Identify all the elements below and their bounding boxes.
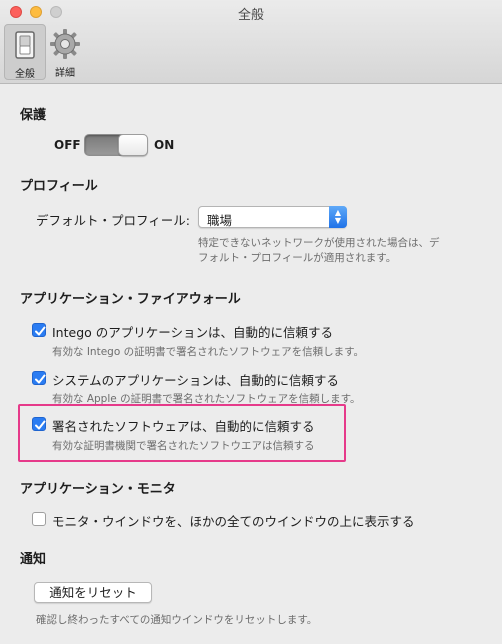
default-profile-value: 職場 (207, 213, 233, 228)
profile-title: プロフィール (20, 179, 98, 194)
toggle-knob[interactable] (118, 134, 148, 156)
signed-label: 署名されたソフトウェアは、自動的に信頼する (52, 419, 315, 434)
preferences-window: 全般 全般 詳細 保護 OFF ON プロフィール デフォルト・プロフィール: … (0, 0, 502, 644)
toolbar-general-label: 全般 (15, 69, 35, 80)
monitor-checkbox[interactable] (32, 512, 46, 526)
checkmark-icon (35, 326, 46, 336)
checkmark-icon (35, 420, 46, 430)
system-label: システムのアプリケーションは、自動的に信頼する (52, 373, 339, 388)
reset-notifications-button[interactable]: 通知をリセット (34, 582, 152, 603)
intego-label: Intego のアプリケーションは、自動的に信頼する (52, 325, 334, 340)
toolbar-detail-tab[interactable]: 詳細 (44, 24, 86, 80)
protection-title: 保護 (20, 108, 47, 123)
intego-checkbox[interactable] (32, 323, 46, 337)
protection-toggle[interactable] (84, 134, 148, 156)
firewall-title: アプリケーション・ファイアウォール (20, 292, 241, 307)
default-profile-label: デフォルト・プロフィール: (36, 213, 190, 228)
intego-sub: 有効な Intego の証明書で署名されたソフトウェアを信頼します。 (52, 346, 365, 358)
notifications-title: 通知 (20, 552, 47, 567)
toolbar-detail-label: 詳細 (55, 68, 75, 79)
toggle-off-label: OFF (54, 138, 81, 152)
notifications-help: 確認し終わったすべての通知ウインドウをリセットします。 (36, 614, 318, 626)
checkmark-icon (35, 374, 46, 384)
signed-sub: 有効な証明書機関で署名されたソフトウエアは信頼する (52, 440, 315, 452)
toggle-on-label: ON (154, 138, 175, 152)
signed-checkbox[interactable] (32, 417, 46, 431)
monitor-label: モニタ・ウインドウを、ほかの全てのウインドウの上に表示する (52, 514, 415, 529)
profile-help-line-1: 特定できないネットワークが使用された場合は、デ (198, 237, 440, 249)
default-profile-select[interactable]: 職場 ▲ ▼ (198, 206, 347, 228)
system-checkbox[interactable] (32, 371, 46, 385)
toolbar-general-tab[interactable]: 全般 (4, 24, 46, 80)
chevron-updown-icon: ▲ ▼ (329, 206, 347, 228)
switch-icon (15, 31, 35, 59)
monitor-title: アプリケーション・モニタ (20, 482, 176, 497)
profile-help-line-2: フォルト・プロフィールが適用されます。 (198, 252, 397, 264)
profile-help-text: 特定できないネットワークが使用された場合は、デ フォルト・プロフィールが適用され… (198, 236, 468, 266)
gear-icon (50, 29, 80, 59)
window-title: 全般 (237, 8, 264, 23)
title-bar: 全般 全般 詳細 (0, 0, 502, 84)
